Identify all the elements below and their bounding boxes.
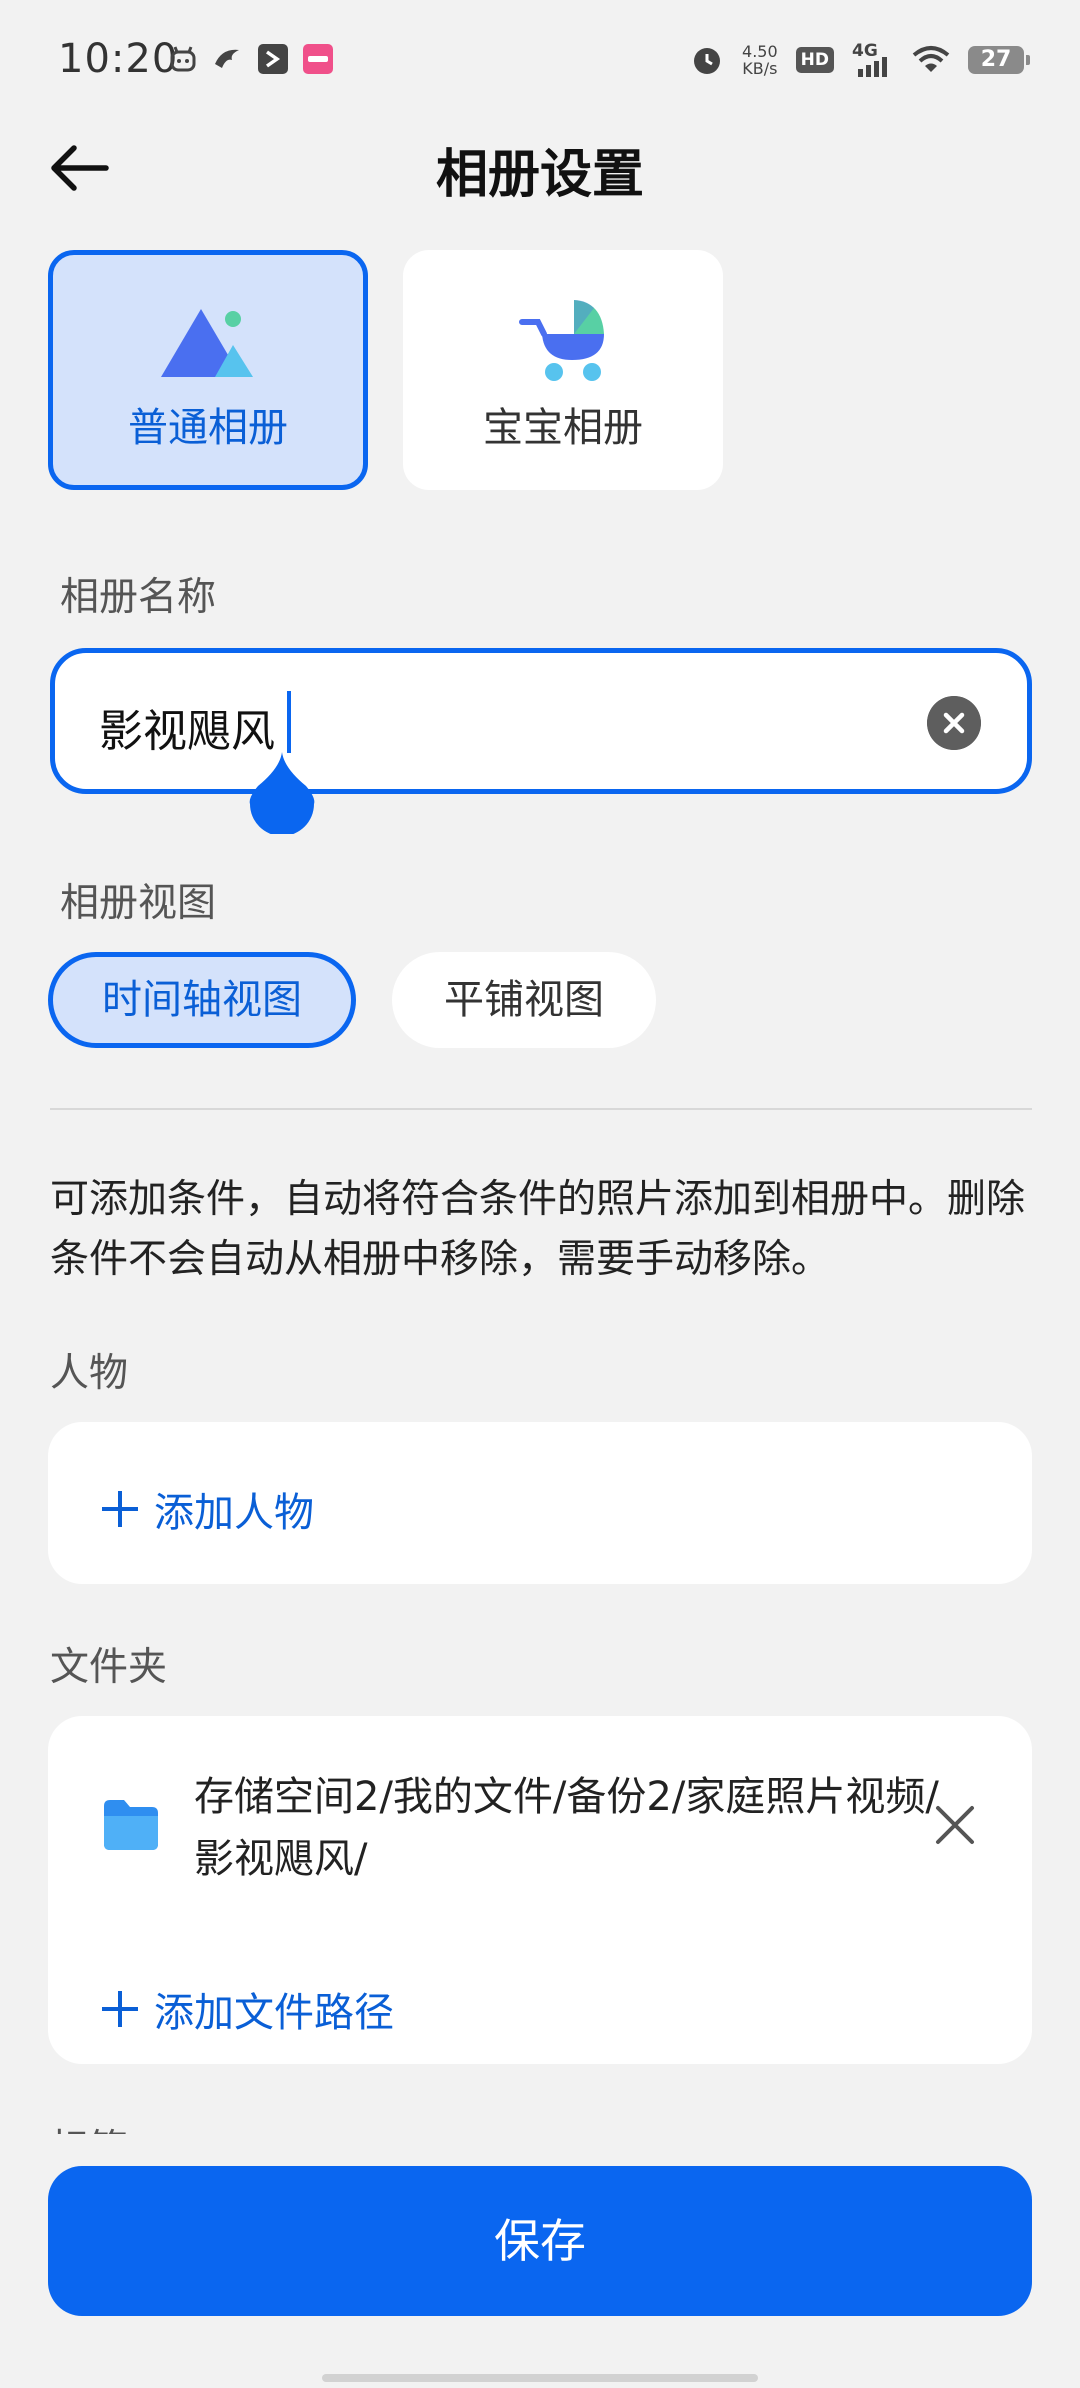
album-type-baby-label: 宝宝相册 — [483, 405, 643, 451]
plus-icon — [102, 1991, 138, 2027]
network-speed: 4.50 KB/s — [742, 43, 778, 77]
text-selection-handle-icon[interactable] — [248, 752, 316, 834]
folders-card: 存储空间2/我的文件/备份2/家庭照片视频/影视飓风/ 添加文件路径 — [48, 1716, 1032, 2064]
people-label: 人物 — [50, 1351, 129, 1396]
stroller-icon — [519, 300, 604, 381]
album-settings-page: 10:20 4.50 KB/s HD 4G 27 相册设置 普通相册 宝宝相册 … — [0, 0, 1080, 2388]
folders-label: 文件夹 — [50, 1645, 168, 1690]
pink-app-notification-icon — [303, 44, 333, 74]
page-title: 相册设置 — [435, 145, 644, 205]
network-speed-value: 4.50 — [742, 42, 778, 61]
album-name-label: 相册名称 — [60, 575, 217, 620]
tags-label: 标签 — [50, 2118, 128, 2134]
view-option-grid[interactable]: 平铺视图 — [392, 952, 656, 1048]
folder-icon — [104, 1800, 158, 1850]
album-view-label: 相册视图 — [60, 881, 217, 926]
text-caret — [287, 691, 291, 753]
view-option-timeline[interactable]: 时间轴视图 — [48, 952, 356, 1048]
plus-icon — [102, 1491, 138, 1527]
album-type-normal[interactable]: 普通相册 — [48, 250, 368, 490]
cell-signal: 4G — [852, 41, 894, 77]
clear-text-icon[interactable] — [927, 696, 981, 750]
status-bar: 10:20 4.50 KB/s HD 4G 27 — [0, 0, 1080, 120]
conditions-description: 可添加条件，自动将符合条件的照片添加到相册中。删除条件不会自动从相册中移除，需要… — [50, 1177, 1026, 1282]
people-card: 添加人物 — [48, 1422, 1032, 1584]
folder-path: 存储空间2/我的文件/备份2/家庭照片视频/影视飓风/ — [194, 1774, 939, 1882]
hd-badge: HD — [795, 47, 834, 73]
save-button[interactable]: 保存 — [48, 2166, 1032, 2316]
album-type-baby[interactable]: 宝宝相册 — [403, 250, 723, 490]
remove-folder-icon[interactable] — [934, 1804, 976, 1846]
home-indicator[interactable] — [322, 2374, 758, 2382]
network-speed-unit: KB/s — [742, 59, 778, 78]
alarm-icon — [694, 48, 721, 74]
add-people-label: 添加人物 — [154, 1490, 314, 1536]
album-name-input[interactable]: 影视飓风 — [50, 648, 1032, 794]
tags-label-text: 标签 — [50, 2127, 128, 2134]
add-folder-path-label: 添加文件路径 — [154, 1990, 394, 2036]
signal-bars-icon — [858, 57, 887, 77]
status-time: 10:20 — [58, 36, 179, 82]
add-folder-path-button[interactable]: 添加文件路径 — [102, 1980, 394, 2038]
wifi-icon — [912, 46, 950, 72]
album-name-value[interactable]: 影视飓风 — [99, 695, 275, 759]
section-divider — [50, 1108, 1032, 1110]
app-notification-icon — [170, 46, 196, 72]
status-right-group: 4.50 KB/s HD 4G 27 — [690, 38, 1030, 82]
album-type-normal-label: 普通相册 — [128, 405, 288, 451]
bird-notification-icon — [215, 49, 239, 68]
arrow-notification-icon — [258, 44, 288, 74]
add-people-button[interactable]: 添加人物 — [102, 1480, 314, 1538]
mountain-icon — [161, 309, 253, 377]
battery-indicator: 27 — [968, 46, 1030, 74]
